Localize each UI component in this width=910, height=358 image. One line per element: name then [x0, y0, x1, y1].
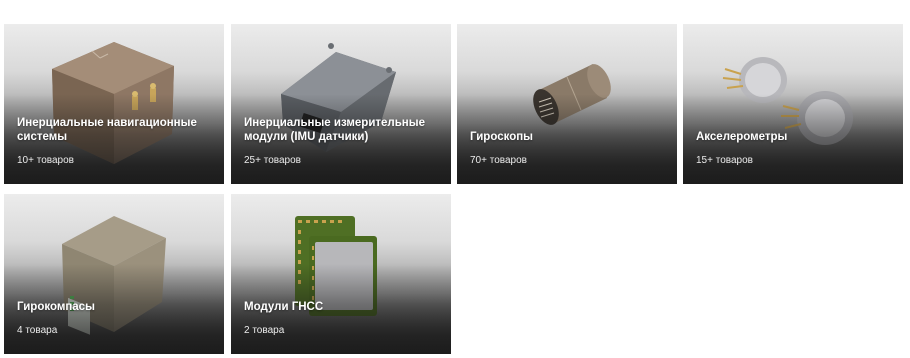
category-count: 70+ товаров	[470, 155, 527, 166]
category-title: Инерциальные навигационные системы	[17, 117, 197, 143]
category-grid: Инерциальные навигационные системы 10+ т…	[0, 0, 910, 358]
category-title: Модули ГНСС	[244, 301, 324, 313]
category-count: 2 товара	[244, 325, 285, 336]
category-count: 15+ товаров	[696, 155, 753, 166]
category-title: Акселерометры	[696, 131, 788, 143]
category-card-gyroscopes[interactable]: Гироскопы 70+ товаров	[457, 24, 677, 184]
category-card-ins[interactable]: Инерциальные навигационные системы 10+ т…	[4, 24, 224, 184]
category-title: Инерциальные измерительные модули (IMU д…	[244, 117, 425, 143]
category-count: 4 товара	[17, 325, 58, 336]
category-card-gnss-modules[interactable]: Модули ГНСС 2 товара	[231, 194, 451, 354]
category-title: Гирокомпасы	[17, 301, 95, 313]
category-count: 10+ товаров	[17, 155, 74, 166]
category-card-accelerometers[interactable]: Акселерометры 15+ товаров	[683, 24, 903, 184]
category-count: 25+ товаров	[244, 155, 301, 166]
category-card-imu[interactable]: Инерциальные измерительные модули (IMU д…	[231, 24, 451, 184]
category-title: Гироскопы	[470, 131, 533, 143]
category-card-gyrocompasses[interactable]: Гирокомпасы 4 товара	[4, 194, 224, 354]
